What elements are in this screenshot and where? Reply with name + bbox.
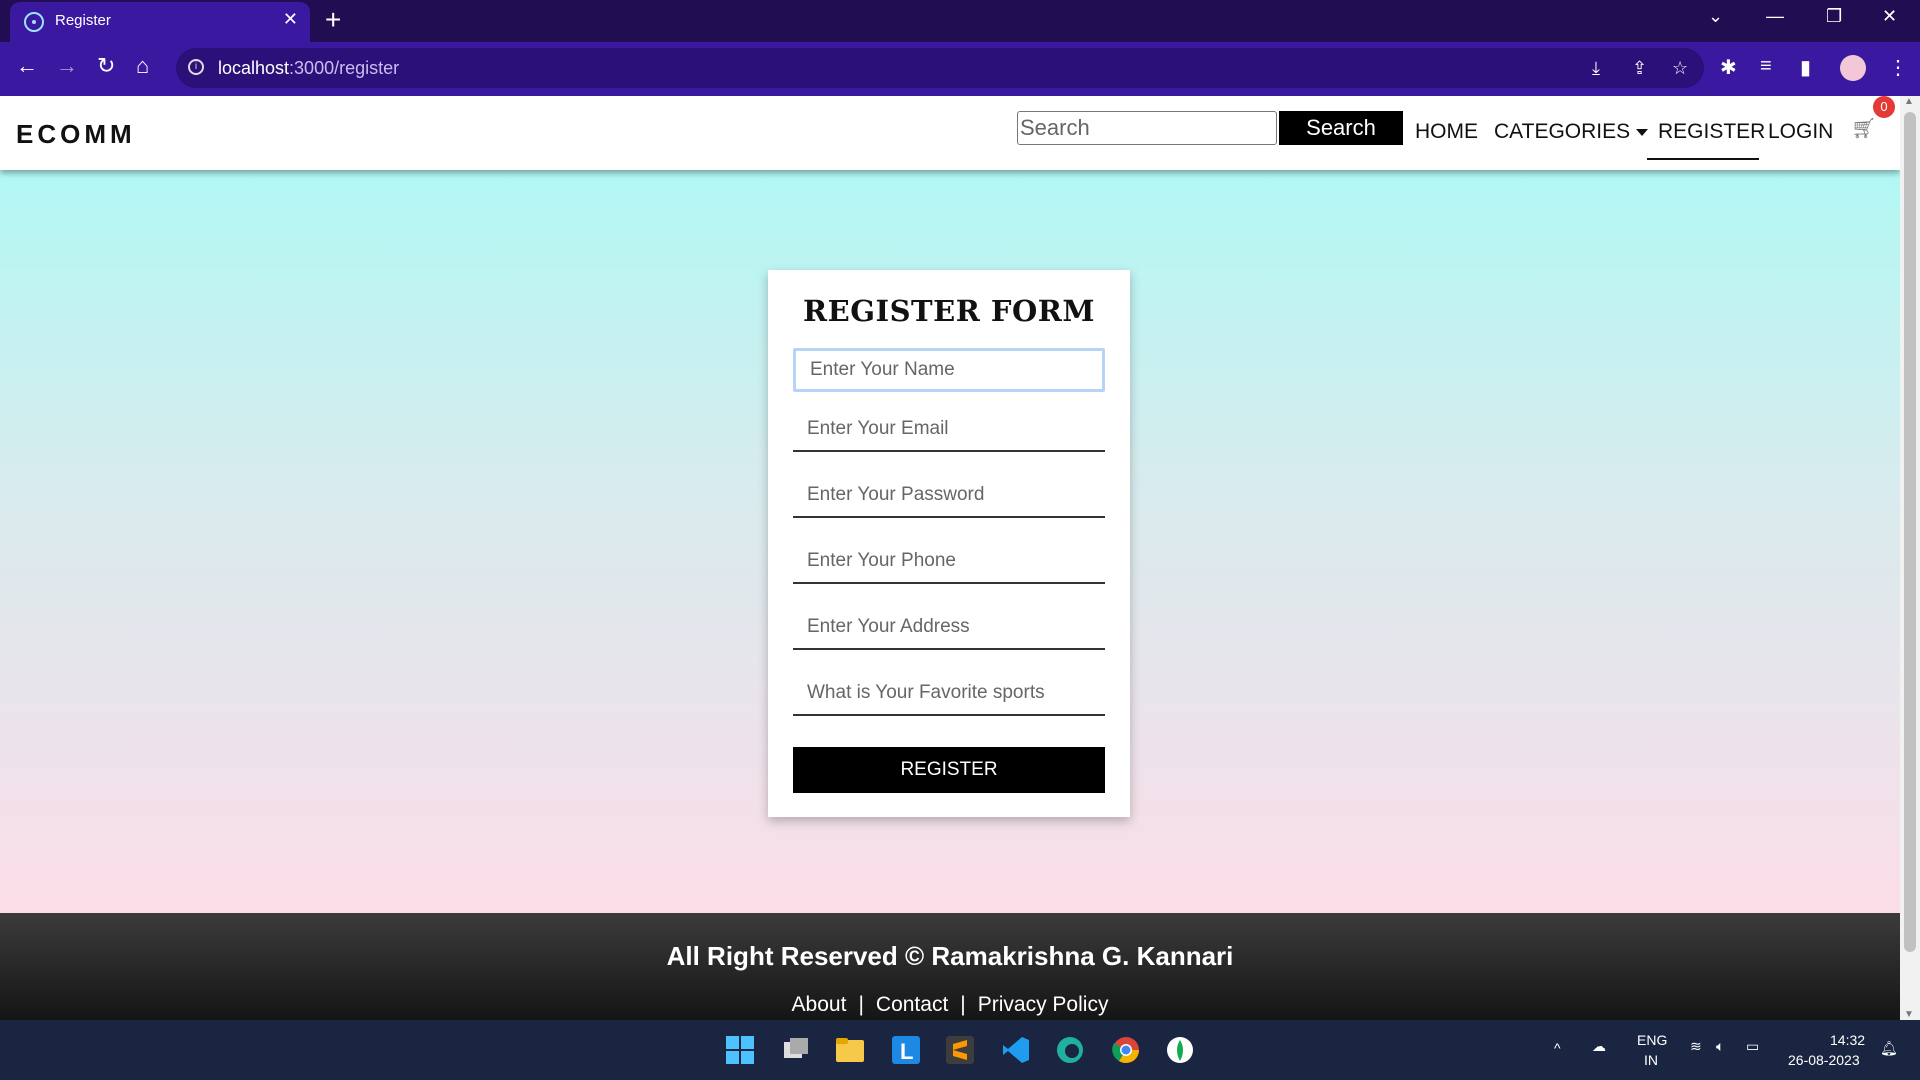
windows-start-icon[interactable] [724,1034,756,1066]
page-viewport: ECOMM Search HOME CATEGORIES REGISTER LO… [0,96,1900,1020]
bookmark-star-icon[interactable]: ☆ [1672,58,1688,79]
name-field[interactable] [793,348,1105,392]
caret-down-icon [1636,128,1649,136]
show-hidden-icons[interactable]: ^ [1554,1040,1561,1056]
scroll-down-icon[interactable]: ▼ [1904,1009,1914,1020]
wifi-icon[interactable]: ≋ [1690,1038,1702,1055]
password-field[interactable] [793,474,1105,518]
task-view-icon[interactable] [780,1034,812,1066]
media-control-icon[interactable]: ≡ [1760,55,1772,78]
onedrive-icon[interactable]: ☁ [1592,1038,1606,1055]
footer-copyright: All Right Reserved © Ramakrishna G. Kann… [666,941,1234,971]
new-tab-button[interactable]: + [325,4,341,36]
minimize-icon[interactable]: — [1766,6,1784,27]
form-title: REGISTER FORM [803,294,1095,328]
cart-icon[interactable]: 🛒︎ [1851,116,1876,141]
mongodb-compass-icon[interactable] [1164,1034,1196,1066]
react-icon [24,12,44,32]
register-submit-button[interactable]: REGISTER [793,747,1105,793]
language-bottom[interactable]: IN [1644,1052,1658,1068]
footer-separator: | [858,993,864,1016]
restore-icon[interactable]: ❐ [1826,6,1842,27]
url-text[interactable]: localhost:3000/register [218,58,399,79]
menu-kebab-icon[interactable]: ⋮ [1888,55,1908,80]
footer-link-contact[interactable]: Contact [876,993,948,1016]
nav-categories-label: CATEGORIES [1494,120,1631,143]
sublime-text-icon[interactable] [944,1034,976,1066]
footer-link-about[interactable]: About [792,993,847,1016]
url-path: :3000/register [289,58,400,78]
profile-avatar[interactable] [1840,55,1866,81]
reload-icon[interactable]: ↻ [97,53,115,79]
nav-categories[interactable]: CATEGORIES [1494,120,1649,144]
address-field[interactable] [793,606,1105,650]
tab-search-icon[interactable]: ⌄ [1708,6,1723,27]
email-field[interactable] [793,408,1105,452]
forward-icon[interactable]: → [56,53,78,79]
tab-title: Register [55,12,111,29]
footer-link-privacy[interactable]: Privacy Policy [978,993,1109,1016]
back-icon[interactable]: ← [16,53,38,79]
notifications-icon[interactable]: 🔔︎ [1880,1040,1898,1057]
tab-close-icon[interactable]: ✕ [283,9,298,30]
nav-login[interactable]: LOGIN [1768,120,1833,144]
scroll-up-icon[interactable]: ▲ [1904,96,1914,107]
favorite-sport-field[interactable] [793,672,1105,716]
vscode-icon[interactable] [1000,1034,1032,1066]
battery-icon[interactable]: ▭ [1746,1038,1759,1055]
chrome-icon[interactable] [1110,1034,1142,1066]
extensions-icon[interactable]: ✱ [1720,55,1737,80]
browser-toolbar: ← → ↻ ⌂ i localhost:3000/register ⤓ ⇪ ☆ [0,42,1920,96]
page-scrollbar[interactable]: ▲ ▼ [1900,96,1920,1020]
side-panel-icon[interactable]: ▮ [1800,55,1811,80]
os-taskbar: L ^ ☁ ENG IN ≋ 🔈︎ ▭ 14:32 26-08-2023 🔔︎ [0,1020,1920,1080]
address-bar[interactable]: i localhost:3000/register ⤓ ⇪ ☆ [176,48,1704,88]
app-l-icon[interactable]: L [890,1034,922,1066]
footer-links: About | Contact | Privacy Policy [0,993,1900,1017]
nav-home[interactable]: HOME [1415,120,1478,144]
url-host: localhost [218,58,290,78]
volume-icon[interactable]: 🔈︎ [1716,1038,1724,1055]
svg-text:L: L [900,1039,913,1064]
search-button[interactable]: Search [1279,111,1403,145]
clock-time[interactable]: 14:32 [1830,1032,1865,1048]
phone-field[interactable] [793,540,1105,584]
search-input[interactable] [1017,111,1277,145]
install-icon[interactable]: ⤓ [1592,58,1600,79]
edge-icon[interactable] [1054,1034,1086,1066]
browser-tab-bar: Register ✕ + ⌄ — ❐ ✕ [0,0,1920,42]
footer-separator: | [960,993,966,1016]
site-info-icon[interactable]: i [188,59,204,75]
cart-count-badge: 0 [1873,96,1895,118]
browser-tab[interactable]: Register ✕ [10,2,310,42]
scrollbar-thumb[interactable] [1904,112,1916,952]
close-window-icon[interactable]: ✕ [1882,6,1897,27]
brand-logo[interactable]: ECOMM [16,119,136,150]
clock-date[interactable]: 26-08-2023 [1788,1052,1860,1068]
home-icon[interactable]: ⌂ [136,53,149,79]
site-header: ECOMM Search HOME CATEGORIES REGISTER LO… [0,96,1900,170]
site-footer: All Right Reserved © Ramakrishna G. Kann… [0,913,1900,1020]
nav-active-underline [1647,158,1759,160]
main-content: REGISTER FORM REGISTER [0,170,1900,913]
register-form-card: REGISTER FORM REGISTER [768,270,1130,817]
nav-register[interactable]: REGISTER [1658,120,1765,144]
file-explorer-icon[interactable] [834,1034,866,1066]
language-top[interactable]: ENG [1637,1032,1667,1048]
share-icon[interactable]: ⇪ [1632,58,1647,79]
